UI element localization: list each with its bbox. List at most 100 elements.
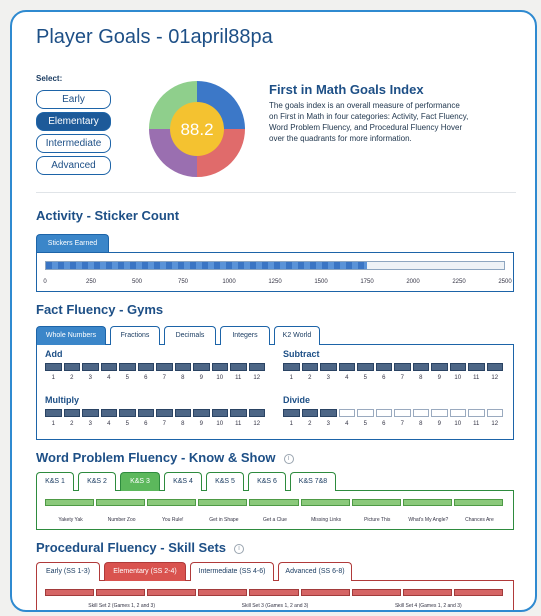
gym-level-number: 4 xyxy=(107,421,111,427)
skill-set-progress xyxy=(45,589,505,596)
gym-level-number: 10 xyxy=(454,421,462,427)
axis-tick-label: 1750 xyxy=(360,279,374,285)
axis-tick-label: 1000 xyxy=(222,279,236,285)
gym-level-number: 2 xyxy=(70,375,74,381)
sticker-progress-fill xyxy=(46,262,367,269)
level-button-early[interactable]: Early xyxy=(36,90,111,109)
tab-elementary-ss-2-4-[interactable]: Elementary (SS 2-4) xyxy=(104,562,186,581)
tab-k-s-5[interactable]: K&S 5 xyxy=(206,472,244,491)
gym-level-segment xyxy=(375,363,392,371)
gym-level-segment xyxy=(248,363,265,371)
skill-set-segment xyxy=(249,589,299,596)
tab-k2-world[interactable]: K2 World xyxy=(274,326,320,345)
tab-stickers-earned[interactable]: Stickers Earned xyxy=(36,234,109,253)
gym-level-number: 12 xyxy=(253,421,261,427)
gym-level-segment xyxy=(320,409,337,417)
tab-early-ss-1-3-[interactable]: Early (SS 1-3) xyxy=(36,562,100,581)
gym-level-segment xyxy=(338,363,355,371)
know-show-item-label: Picture This xyxy=(364,517,391,523)
gym-level-number: 5 xyxy=(125,375,129,381)
gym-level-segment xyxy=(283,363,300,371)
gym-level-segment xyxy=(82,409,99,417)
know-show-segment xyxy=(402,499,452,506)
procedural-title: Procedural Fluency - Skill Sets i xyxy=(36,540,245,555)
tab-fractions[interactable]: Fractions xyxy=(110,326,160,345)
know-show-segment xyxy=(198,499,248,506)
gym-level-number: 8 xyxy=(419,375,423,381)
index-description: The goals index is an overall measure of… xyxy=(269,101,469,143)
gym-label-divide: Divide xyxy=(283,395,311,405)
skill-set-panel: Skill Set 2 (Games 1, 2 and 3) Skill Set … xyxy=(36,580,514,610)
gym-level-number: 8 xyxy=(181,421,185,427)
know-show-segment xyxy=(147,499,197,506)
know-show-segment xyxy=(300,499,350,506)
gym-level-segment xyxy=(357,363,374,371)
tab-k-s-1[interactable]: K&S 1 xyxy=(36,472,74,491)
know-show-progress xyxy=(45,499,505,506)
tab-k-s-2[interactable]: K&S 2 xyxy=(78,472,116,491)
gym-level-number: 4 xyxy=(107,375,111,381)
gym-level-number: 11 xyxy=(235,421,242,427)
skill-set-segment xyxy=(453,589,503,596)
gym-level-segment xyxy=(248,409,265,417)
tab-decimals[interactable]: Decimals xyxy=(164,326,216,345)
gym-level-number: 5 xyxy=(363,421,367,427)
word-problem-title: Word Problem Fluency - Know & Show i xyxy=(36,450,294,465)
know-show-segment xyxy=(96,499,146,506)
index-score: 88.2 xyxy=(180,120,213,139)
gym-level-segment xyxy=(137,409,154,417)
gym-level-segment xyxy=(156,409,173,417)
gym-level-segment xyxy=(63,409,80,417)
axis-tick-label: 1500 xyxy=(314,279,328,285)
gym-level-number: 8 xyxy=(181,375,185,381)
gym-level-segment xyxy=(156,363,173,371)
gym-level-number: 9 xyxy=(199,375,203,381)
gym-level-segment xyxy=(468,363,485,371)
gym-level-segment xyxy=(100,363,117,371)
level-button-intermediate[interactable]: Intermediate xyxy=(36,134,111,153)
gym-level-number: 10 xyxy=(454,375,462,381)
axis-tick-label: 1250 xyxy=(268,279,282,285)
gym-level-number: 7 xyxy=(400,375,404,381)
skill-set-segment xyxy=(198,589,248,596)
tab-k-s-3[interactable]: K&S 3 xyxy=(120,472,160,491)
gym-level-number: 7 xyxy=(162,421,166,427)
gym-level-number: 1 xyxy=(289,375,293,381)
tab-advanced-ss-6-8-[interactable]: Advanced (SS 6-8) xyxy=(278,562,352,581)
info-icon[interactable]: i xyxy=(283,453,294,464)
gym-level-segment xyxy=(193,363,210,371)
gym-level-segment xyxy=(431,363,448,371)
gym-level-segment xyxy=(486,409,503,417)
skill-set-segment xyxy=(96,589,146,596)
info-icon[interactable]: i xyxy=(234,543,245,554)
tab-k-s-4[interactable]: K&S 4 xyxy=(164,472,202,491)
gym-level-number: 11 xyxy=(473,421,480,427)
tab-intermediate-ss-4-6-[interactable]: Intermediate (SS 4-6) xyxy=(190,562,274,581)
gym-level-number: 1 xyxy=(51,375,55,381)
axis-tick-label: 2000 xyxy=(406,279,420,285)
tab-integers[interactable]: Integers xyxy=(220,326,270,345)
know-show-item-label: Get a Clue xyxy=(263,517,287,523)
divider xyxy=(36,192,516,193)
know-show-panel: Yakety Yak Number Zoo You Rule! Get in Shap… xyxy=(36,490,514,530)
know-show-segment xyxy=(351,499,401,506)
sticker-progress-bar xyxy=(45,261,505,270)
skill-set-segment xyxy=(402,589,452,596)
axis-tick-label: 500 xyxy=(131,279,143,285)
level-button-elementary[interactable]: Elementary xyxy=(36,112,111,131)
know-show-segment xyxy=(45,499,95,506)
gym-level-segment xyxy=(375,409,392,417)
gym-level-number: 5 xyxy=(363,375,367,381)
tab-k-s-6[interactable]: K&S 6 xyxy=(248,472,286,491)
level-button-advanced[interactable]: Advanced xyxy=(36,156,111,175)
tab-k-s-7-8[interactable]: K&S 7&8 xyxy=(290,472,336,491)
word-problem-title-text: Word Problem Fluency - Know & Show xyxy=(36,450,276,465)
tab-whole-numbers[interactable]: Whole Numbers xyxy=(36,326,106,345)
fact-panel: Add 1 2 3 4 5 6 7 8 9 10 11 12 Subtract 1 2 3 4 5 6 7 8 9 10 11 1… xyxy=(36,344,514,440)
index-title: First in Math Goals Index xyxy=(269,82,424,97)
gym-level-number: 9 xyxy=(199,421,203,427)
gym-level-number: 6 xyxy=(144,421,148,427)
gym-level-segment xyxy=(230,363,247,371)
know-show-item-label: What's My Angle? xyxy=(408,517,449,523)
activity-title: Activity - Sticker Count xyxy=(36,208,180,223)
